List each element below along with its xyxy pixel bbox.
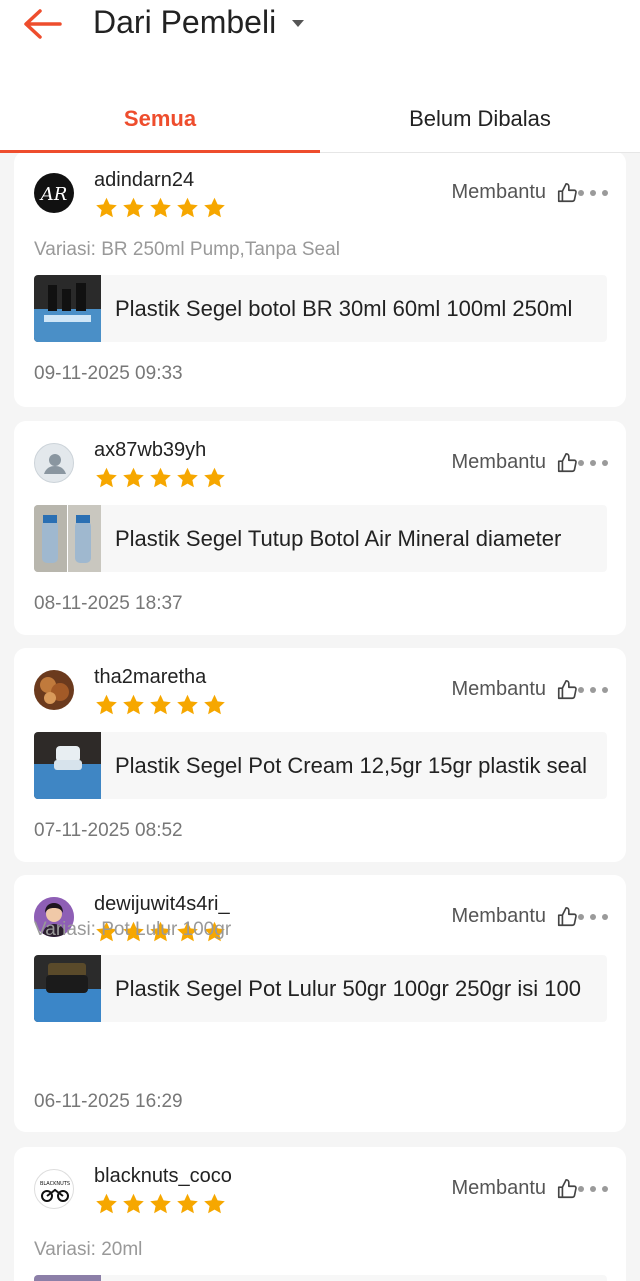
caret-down-icon <box>292 19 305 27</box>
star-icon <box>177 694 198 715</box>
more-options-button[interactable] <box>578 678 608 702</box>
star-rating <box>94 466 227 490</box>
star-icon <box>150 197 171 218</box>
variation-text: Variasi: BR 250ml Pump,Tanpa Seal <box>34 239 340 260</box>
tab-bar: Semua Belum Dibalas <box>0 86 640 153</box>
product-link[interactable] <box>34 1275 607 1281</box>
product-name: Plastik Segel Pot Cream 12,5gr 15gr plas… <box>115 752 588 778</box>
product-thumbnail <box>34 275 101 342</box>
star-rating <box>94 1192 227 1216</box>
more-options-button[interactable] <box>578 1177 608 1201</box>
tab-semua[interactable]: Semua <box>0 86 320 153</box>
page-title: Dari Pembeli <box>93 4 277 40</box>
star-icon <box>96 694 117 715</box>
product-name: Plastik Segel Pot Lulur 50gr 100gr 250gr… <box>115 975 581 1001</box>
variation-text: Variasi: 20ml <box>34 1239 143 1260</box>
svg-text:BLACKNUTS: BLACKNUTS <box>40 1181 70 1187</box>
avatar[interactable] <box>34 670 74 710</box>
product-thumbnail <box>34 732 101 799</box>
arrow-left-icon <box>24 9 62 39</box>
star-icon <box>123 1193 144 1214</box>
review-card: dewijuwit4s4ri_ Membantu Variasi: Pot Lu… <box>14 875 626 1132</box>
reviewer-name[interactable]: tha2maretha <box>94 666 206 689</box>
product-thumbnail <box>34 505 101 572</box>
star-icon <box>150 467 171 488</box>
star-icon <box>204 1193 225 1214</box>
product-link[interactable]: Plastik Segel Pot Cream 12,5gr 15gr plas… <box>34 732 607 799</box>
reviewer-name[interactable]: ax87wb39yh <box>94 439 206 462</box>
review-card: AR adindarn24 Membantu Variasi: BR 250ml… <box>14 153 626 407</box>
helpful-button[interactable]: Membantu <box>452 181 579 204</box>
review-card: tha2maretha Membantu Plastik Segel Pot C… <box>14 648 626 862</box>
star-rating <box>94 196 227 220</box>
product-name: Plastik Segel Tutup Botol Air Mineral di… <box>115 525 562 551</box>
star-icon <box>177 467 198 488</box>
review-date: 08-11-2025 18:37 <box>34 593 183 614</box>
product-thumbnail <box>34 1275 101 1281</box>
star-icon <box>123 467 144 488</box>
star-rating <box>94 693 227 717</box>
product-name: Plastik Segel botol BR 30ml 60ml 100ml 2… <box>115 295 573 321</box>
star-icon <box>204 197 225 218</box>
product-link[interactable]: Plastik Segel botol BR 30ml 60ml 100ml 2… <box>34 275 607 342</box>
star-icon <box>177 1193 198 1214</box>
avatar[interactable] <box>34 443 74 483</box>
star-icon <box>150 1193 171 1214</box>
reviewer-name[interactable]: blacknuts_coco <box>94 1165 232 1188</box>
helpful-button[interactable]: Membantu <box>452 678 579 701</box>
avatar[interactable]: AR <box>34 173 74 213</box>
star-icon <box>123 694 144 715</box>
thumbs-up-icon <box>557 452 577 472</box>
review-list[interactable]: AR adindarn24 Membantu Variasi: BR 250ml… <box>0 153 640 1281</box>
helpful-button[interactable]: Membantu <box>452 905 579 928</box>
title-dropdown[interactable]: Dari Pembeli <box>93 2 305 42</box>
star-icon <box>204 694 225 715</box>
more-options-button[interactable] <box>578 905 608 929</box>
helpful-label: Membantu <box>451 1177 547 1199</box>
review-card: ax87wb39yh Membantu Plastik Segel Tutup <box>14 421 626 635</box>
star-icon <box>96 197 117 218</box>
reviewer-name[interactable]: dewijuwit4s4ri_ <box>94 893 230 916</box>
helpful-label: Membantu <box>451 905 547 927</box>
more-options-button[interactable] <box>578 451 608 475</box>
star-icon <box>96 467 117 488</box>
star-icon <box>204 467 225 488</box>
variation-text: Variasi: Pot Lulur 100gr <box>34 919 232 940</box>
thumbs-up-icon <box>557 1178 577 1198</box>
avatar[interactable]: BLACKNUTS <box>34 1169 74 1209</box>
thumbs-up-icon <box>557 182 577 202</box>
review-date: 09-11-2025 09:33 <box>34 363 183 384</box>
product-thumbnail <box>34 955 101 1022</box>
helpful-label: Membantu <box>451 678 547 700</box>
app-header: Dari Pembeli Semua Belum Dibalas <box>0 0 640 153</box>
more-options-button[interactable] <box>578 181 608 205</box>
back-button[interactable] <box>20 4 64 44</box>
product-link[interactable]: Plastik Segel Tutup Botol Air Mineral di… <box>34 505 607 572</box>
review-date: 06-11-2025 16:29 <box>34 1091 183 1112</box>
review-card: BLACKNUTS blacknuts_coco Membantu Varias… <box>14 1147 626 1281</box>
star-icon <box>177 197 198 218</box>
star-icon <box>150 694 171 715</box>
helpful-label: Membantu <box>451 451 547 473</box>
thumbs-up-icon <box>557 679 577 699</box>
reviewer-name[interactable]: adindarn24 <box>94 169 194 192</box>
tab-belum-dibalas[interactable]: Belum Dibalas <box>320 86 640 152</box>
star-icon <box>96 1193 117 1214</box>
helpful-button[interactable]: Membantu <box>452 451 579 474</box>
helpful-button[interactable]: Membantu <box>452 1177 579 1200</box>
star-icon <box>123 197 144 218</box>
thumbs-up-icon <box>557 906 577 926</box>
helpful-label: Membantu <box>451 181 547 203</box>
product-link[interactable]: Plastik Segel Pot Lulur 50gr 100gr 250gr… <box>34 955 607 1022</box>
review-date: 07-11-2025 08:52 <box>34 820 183 841</box>
svg-text:AR: AR <box>39 184 68 205</box>
